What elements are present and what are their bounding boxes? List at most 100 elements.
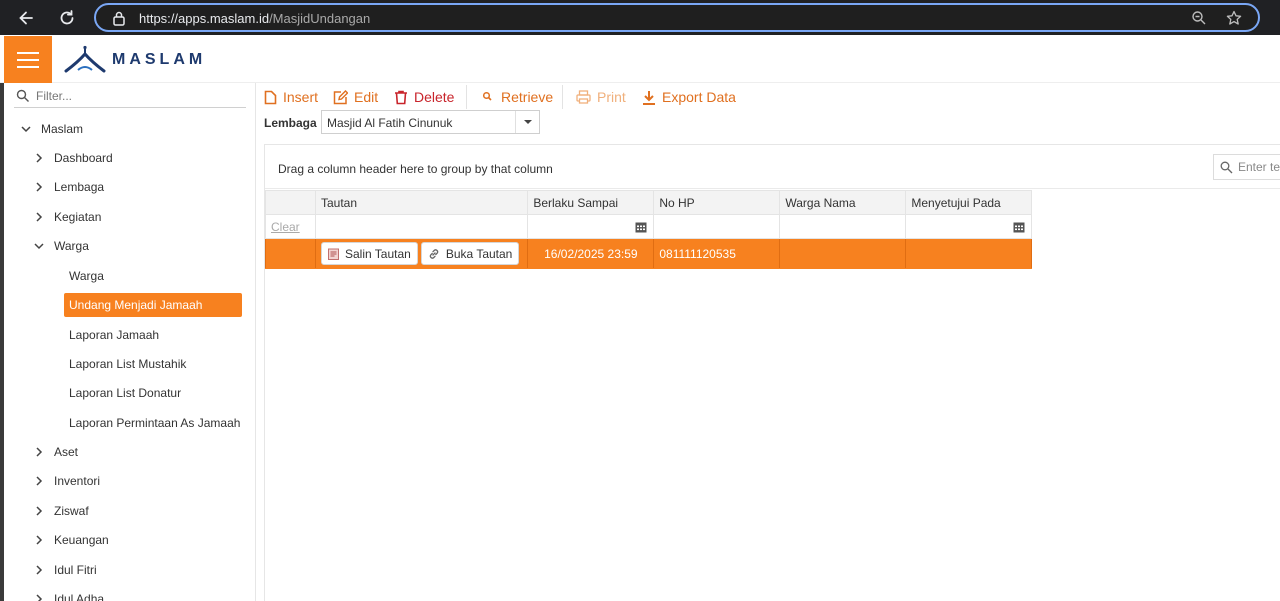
salin-tautan-button[interactable]: Salin Tautan [321, 242, 418, 265]
menu-toggle-button[interactable] [4, 36, 52, 83]
insert-button[interactable]: Insert [264, 87, 318, 107]
calendar-icon[interactable] [1013, 221, 1025, 233]
export-data-button[interactable]: Export Data [642, 87, 736, 107]
filter-cell-warga-nama[interactable] [779, 214, 907, 239]
chevron-right-icon [32, 151, 46, 165]
filter-cell-berlaku-sampai[interactable] [527, 214, 655, 239]
grid-header-row: Tautan Berlaku Sampai No HP Warga Nama M… [265, 190, 1033, 215]
app-header: MASLAM [0, 35, 1280, 83]
delete-button[interactable]: Delete [394, 87, 454, 107]
clear-filter-link[interactable]: Clear [271, 220, 300, 234]
chevron-right-icon [32, 180, 46, 194]
hamburger-icon-line [17, 58, 39, 61]
sidebar-item-undang-menjadi-jamaah[interactable]: Undang Menjadi Jamaah [64, 293, 242, 317]
filter-cell-tautan[interactable] [314, 214, 529, 239]
chevron-right-icon [32, 533, 46, 547]
sidebar-item-laporan-list-mustahik[interactable]: Laporan List Mustahik [69, 352, 186, 376]
sidebar-item-label: Ziswaf [54, 504, 89, 518]
address-bar[interactable]: https://apps.maslam.id/MasjidUndangan [94, 3, 1260, 32]
grid-filter-row: Clear [265, 214, 1033, 239]
mosque-logo-icon [64, 45, 106, 73]
sidebar-filter [14, 84, 246, 108]
chevron-right-icon [32, 445, 46, 459]
print-button[interactable]: Print [576, 87, 626, 107]
buka-tautan-button[interactable]: Buka Tautan [420, 242, 520, 265]
column-header-menyetujui-pada[interactable]: Menyetujui Pada [905, 190, 1033, 215]
sidebar-item-ziswaf[interactable]: Ziswaf [32, 499, 89, 523]
search-icon [16, 89, 29, 102]
reload-button[interactable] [55, 6, 79, 30]
sidebar-item-idul-fitri[interactable]: Idul Fitri [32, 558, 97, 582]
table-row[interactable]: Salin Tautan Buka Tautan 16/02/2025 23:5… [265, 238, 1033, 269]
sidebar-item-dashboard[interactable]: Dashboard [32, 146, 113, 170]
retrieve-button[interactable]: Retrieve [481, 87, 553, 107]
buka-tautan-label: Buka Tautan [445, 246, 513, 261]
lembaga-selected-value: Masjid Al Fatih Cinunuk [327, 116, 453, 130]
group-panel[interactable]: Drag a column header here to group by th… [265, 145, 1280, 189]
sidebar-item-label: Dashboard [54, 151, 113, 165]
column-header-berlaku-sampai[interactable]: Berlaku Sampai [527, 190, 655, 215]
lock-icon [113, 11, 125, 26]
filter-cell-command: Clear [265, 214, 316, 239]
search-icon [482, 91, 492, 101]
sidebar-item-warga-group[interactable]: Warga [32, 234, 89, 258]
sidebar-item-maslam[interactable]: Maslam [19, 117, 83, 141]
sidebar-item-lembaga[interactable]: Lembaga [32, 175, 104, 199]
cell-warga-nama [779, 238, 907, 269]
sidebar-item-inventori[interactable]: Inventori [32, 469, 100, 493]
cell-command [265, 238, 316, 269]
zoom-icon[interactable] [1191, 10, 1207, 26]
sidebar-item-label: Kegiatan [54, 210, 102, 224]
sidebar-item-laporan-permintaan-as-jamaah[interactable]: Laporan Permintaan As Jamaah [69, 411, 240, 435]
trash-icon [395, 90, 407, 104]
column-header-tautan[interactable]: Tautan [314, 190, 529, 215]
sidebar-item-label: Inventori [54, 474, 101, 488]
sidebar-item-label: Lembaga [54, 180, 105, 194]
lembaga-label: Lembaga [264, 116, 317, 130]
delete-label: Delete [414, 89, 455, 105]
cell-tautan: Salin Tautan Buka Tautan [314, 238, 529, 269]
data-grid: Drag a column header here to group by th… [264, 144, 1280, 601]
lembaga-dropdown[interactable]: Masjid Al Fatih Cinunuk [321, 110, 540, 134]
hamburger-icon-line [17, 65, 39, 68]
browser-toolbar: https://apps.maslam.id/MasjidUndangan [0, 0, 1280, 35]
arrow-left-icon [19, 11, 33, 25]
sidebar-item-label: Laporan Jamaah [69, 328, 160, 342]
app-logo[interactable]: MASLAM [64, 43, 206, 75]
sidebar-item-label: Laporan List Mustahik [69, 357, 187, 371]
toolbar-divider [466, 85, 467, 109]
filter-cell-menyetujui-pada[interactable] [905, 214, 1033, 239]
chevron-right-icon [32, 474, 46, 488]
back-button[interactable] [14, 6, 38, 30]
sidebar-item-warga[interactable]: Warga [69, 264, 104, 288]
sidebar-item-laporan-list-donatur[interactable]: Laporan List Donatur [69, 381, 181, 405]
column-header-warga-nama[interactable]: Warga Nama [779, 190, 907, 215]
sidebar-item-kegiatan[interactable]: Kegiatan [32, 205, 101, 229]
edit-button[interactable]: Edit [333, 87, 378, 107]
chevron-right-icon [32, 210, 46, 224]
bookmark-star-icon[interactable] [1226, 10, 1242, 26]
filter-cell-no-hp[interactable] [653, 214, 781, 239]
sidebar-item-keuangan[interactable]: Keuangan [32, 528, 109, 552]
caret-down-icon [523, 120, 532, 124]
export-data-label: Export Data [662, 89, 736, 105]
insert-label: Insert [283, 89, 319, 105]
chevron-down-icon [19, 122, 33, 136]
dropdown-toggle[interactable] [515, 111, 539, 133]
calendar-icon[interactable] [635, 221, 647, 233]
print-label: Print [597, 89, 626, 105]
sidebar-item-label: Maslam [41, 122, 84, 136]
sidebar: Maslam Dashboard Lembaga Kegiatan Warga … [4, 83, 256, 601]
logo-text: MASLAM [112, 51, 207, 68]
url-host: https://apps.maslam.id [139, 11, 270, 26]
sidebar-item-idul-adha[interactable]: Idul Adha [32, 587, 104, 601]
edit-icon [333, 89, 348, 104]
grid-search-input[interactable] [1238, 160, 1280, 174]
sidebar-filter-input[interactable] [36, 87, 236, 105]
cell-berlaku-sampai: 16/02/2025 23:59 [527, 238, 655, 269]
new-document-icon [264, 90, 277, 104]
sidebar-item-aset[interactable]: Aset [32, 440, 78, 464]
cell-menyetujui-pada [905, 238, 1033, 269]
sidebar-item-laporan-jamaah[interactable]: Laporan Jamaah [69, 323, 159, 347]
column-header-no-hp[interactable]: No HP [653, 190, 781, 215]
